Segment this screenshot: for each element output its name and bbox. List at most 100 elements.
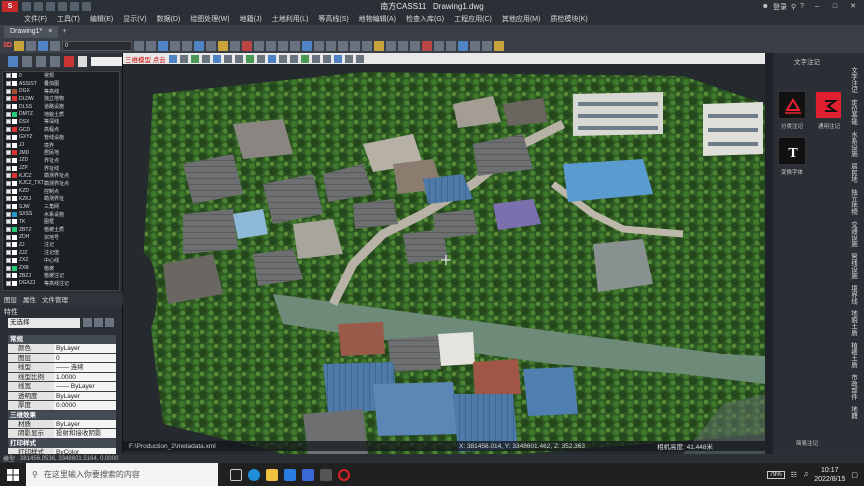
start-button[interactable] — [0, 463, 26, 486]
layer-row[interactable]: JJ 境界 — [3, 141, 119, 149]
layer-row[interactable]: DGX 等高线 — [3, 87, 119, 95]
property-row[interactable]: 厚度 0.0000 — [8, 401, 116, 411]
app-logo[interactable]: S — [2, 1, 18, 12]
layer-row[interactable]: DMTZ 地貌土质 — [3, 110, 119, 118]
layer-visible-checkbox[interactable] — [6, 73, 11, 79]
copy-icon[interactable] — [253, 40, 264, 51]
layer-row[interactable]: ZBTZ 植被土质 — [3, 226, 119, 234]
layer-row[interactable]: ZXZ 中心线 — [3, 257, 119, 265]
layer-row[interactable]: JZP 界址线 — [3, 164, 119, 172]
refresh-icon[interactable] — [355, 54, 364, 63]
property-row[interactable]: 线宽 —— ByLayer — [8, 382, 116, 392]
layer-row[interactable]: ZDH 宗地号 — [3, 233, 119, 241]
vtab-municipal[interactable]: 市政部件 — [849, 374, 857, 400]
layer-visible-checkbox[interactable] — [6, 211, 11, 217]
new-file-icon[interactable] — [22, 2, 31, 11]
layer-visible-checkbox[interactable] — [6, 104, 11, 110]
menu-tools[interactable]: 工具(T) — [57, 14, 80, 24]
layer-visible-checkbox[interactable] — [6, 280, 11, 286]
layer-visible-checkbox[interactable] — [6, 234, 11, 240]
point-cloud-icon[interactable] — [256, 54, 265, 63]
property-value[interactable]: 0 — [54, 353, 116, 362]
layer-tool-icon[interactable] — [133, 40, 144, 51]
undo-icon[interactable] — [58, 2, 67, 11]
tab-layers[interactable]: 图层 — [4, 294, 17, 304]
layer-row[interactable]: KZKJ 勘测界址 — [3, 195, 119, 203]
layer-color-swatch[interactable] — [12, 104, 17, 110]
vtab-landform[interactable]: 地貌土质 — [849, 310, 857, 336]
sun-icon[interactable] — [37, 40, 48, 51]
save-icon[interactable] — [46, 2, 55, 11]
tab-properties[interactable]: 属性 — [23, 294, 36, 304]
menu-landuse[interactable]: 土地利用(L) — [272, 14, 309, 24]
layer-color-swatch[interactable] — [12, 150, 17, 156]
property-row[interactable]: 颜色 ByLayer — [8, 344, 116, 354]
layer-color-swatch[interactable] — [12, 242, 17, 248]
layer-row[interactable]: DSX 等深线 — [3, 118, 119, 126]
layer-row[interactable]: ASSIST 叠加图 — [3, 80, 119, 88]
volume-icon[interactable]: ♫ — [803, 471, 808, 478]
layer-row[interactable]: 0 常规 — [3, 72, 119, 80]
layer-color-swatch[interactable] — [12, 157, 17, 163]
settings-icon[interactable] — [344, 54, 353, 63]
model-load-icon[interactable] — [168, 54, 177, 63]
layer-visible-checkbox[interactable] — [6, 88, 11, 94]
layer-row[interactable]: KJCZ_TXT 勘测界址点 — [3, 180, 119, 188]
toggle-pickadd-icon[interactable] — [83, 318, 92, 327]
zoom-previous-icon[interactable] — [205, 40, 216, 51]
explode-icon[interactable] — [421, 40, 432, 51]
property-row[interactable]: 阴影显示 投射和接收阴影 — [8, 429, 116, 439]
change-font-button[interactable]: T — [778, 137, 806, 165]
layer-color-swatch[interactable] — [12, 142, 17, 148]
network-icon[interactable]: ☷ — [791, 471, 797, 479]
trim-icon[interactable] — [349, 40, 360, 51]
layer-visible-checkbox[interactable] — [6, 204, 11, 210]
insert-icon[interactable] — [493, 40, 504, 51]
layer-visible-checkbox[interactable] — [6, 127, 11, 133]
linetype-icon[interactable] — [157, 40, 168, 51]
vtab-independent[interactable]: 独立地物 — [849, 189, 857, 215]
layer-color-swatch[interactable] — [12, 211, 17, 217]
hatch-icon[interactable] — [469, 40, 480, 51]
layer-color-swatch[interactable] — [12, 134, 17, 140]
property-value[interactable]: ByLayer — [54, 344, 116, 353]
model-space-label[interactable]: 模型 — [3, 454, 15, 463]
erase-icon[interactable] — [241, 40, 252, 51]
layer-visible-checkbox[interactable] — [6, 188, 11, 194]
layer-row[interactable]: SXSS 水系设施 — [3, 210, 119, 218]
layer-visible-checkbox[interactable] — [6, 119, 11, 125]
general-annotation-button[interactable] — [815, 91, 843, 119]
layer-color-swatch[interactable] — [12, 127, 17, 133]
block-icon[interactable] — [481, 40, 492, 51]
vtab-vegetation[interactable]: 植被土质 — [849, 342, 857, 368]
layer-color-swatch[interactable] — [12, 180, 17, 186]
property-row[interactable]: 线型比例 1.0000 — [8, 372, 116, 382]
lightbulb-icon[interactable] — [25, 40, 36, 51]
polygon-icon[interactable] — [322, 54, 331, 63]
layer-row[interactable]: ZBZJ 植被注记 — [3, 272, 119, 280]
screen-recorder-icon[interactable] — [338, 468, 350, 481]
layer-row[interactable]: ZJ 注记 — [3, 241, 119, 249]
property-value[interactable]: 0.0000 — [54, 401, 116, 410]
layer-color-swatch[interactable] — [12, 96, 17, 102]
menu-data[interactable]: 数据(D) — [157, 14, 181, 24]
tab-drawing1[interactable]: Drawing1* × — [4, 26, 59, 38]
select-objects-icon[interactable] — [94, 318, 103, 327]
stretch-icon[interactable] — [337, 40, 348, 51]
layer-row[interactable]: TK 图框 — [3, 218, 119, 226]
menu-check[interactable]: 检查入库(G) — [406, 14, 444, 24]
layer-color-swatch[interactable] — [12, 173, 17, 179]
selection-dropdown[interactable]: 无选择 — [8, 318, 80, 328]
battery-icon[interactable]: 79% — [766, 470, 785, 479]
layer-color-swatch[interactable] — [12, 81, 17, 87]
scale-icon[interactable] — [325, 40, 336, 51]
layer-color-swatch[interactable] — [12, 273, 17, 279]
quick-select-icon[interactable] — [105, 318, 114, 327]
zoom-icon[interactable] — [181, 40, 192, 51]
command-line[interactable]: F:\Production_2\metadata.xml X: 381456.0… — [123, 441, 765, 451]
vtab-pipeline[interactable]: 管线设施 — [849, 253, 857, 279]
move-icon[interactable] — [301, 40, 312, 51]
join-icon[interactable] — [385, 40, 396, 51]
property-value[interactable]: —— ByLayer — [54, 382, 116, 391]
line-icon[interactable] — [311, 54, 320, 63]
